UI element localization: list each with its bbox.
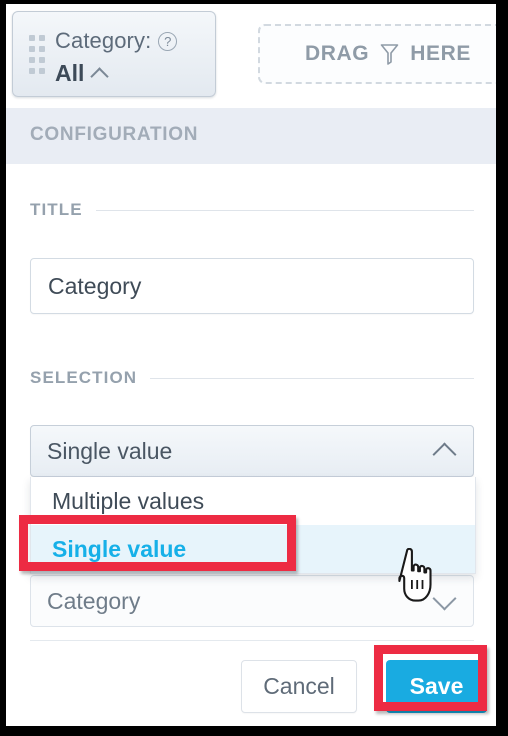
- chevron-down-icon: [432, 585, 457, 611]
- field-select-value: Category: [47, 587, 141, 614]
- drag-dots-icon[interactable]: [29, 35, 45, 77]
- chevron-up-icon: [432, 441, 457, 467]
- filter-toolbar: Category: ? All DRAG HERE: [6, 4, 496, 108]
- title-section-divider: [95, 209, 474, 211]
- dropzone-text-after: HERE: [410, 42, 471, 65]
- title-section-label: TITLE: [30, 200, 83, 219]
- app-viewport: Category: ? All DRAG HERE CONFIGURATION …: [6, 4, 496, 726]
- title-section-header: TITLE: [30, 200, 474, 220]
- cancel-button[interactable]: Cancel: [241, 660, 357, 713]
- configuration-header: CONFIGURATION: [6, 108, 496, 164]
- title-input[interactable]: [30, 258, 474, 314]
- selection-select-trigger[interactable]: Single value: [30, 425, 474, 477]
- field-select[interactable]: Category: [30, 575, 474, 627]
- selection-select-value: Single value: [47, 437, 173, 464]
- selection-section-label: SELECTION: [30, 368, 138, 387]
- funnel-icon: [380, 43, 399, 65]
- help-icon[interactable]: ?: [158, 31, 178, 51]
- filter-chip-header: Category: ?: [55, 28, 178, 54]
- save-button[interactable]: Save: [386, 660, 487, 713]
- filter-dropzone[interactable]: DRAG HERE: [258, 24, 496, 84]
- footer-divider: [30, 640, 474, 641]
- dropzone-text-before: DRAG: [305, 42, 370, 65]
- dropdown-option-multiple-values[interactable]: Multiple values: [31, 477, 475, 525]
- filter-chip-value-row[interactable]: All: [55, 60, 110, 87]
- dropdown-option-label: Multiple values: [52, 487, 205, 514]
- selection-section-divider: [150, 377, 474, 379]
- configuration-header-title: CONFIGURATION: [30, 124, 199, 145]
- dropdown-option-single-value[interactable]: Single value: [31, 525, 475, 573]
- filter-chip-label: Category:: [55, 28, 152, 53]
- selection-dropdown-list[interactable]: Multiple values Single value: [30, 477, 476, 574]
- configuration-panel: TITLE SELECTION Single value Category: [6, 164, 496, 726]
- dropdown-option-label: Single value: [52, 535, 187, 562]
- filter-chip-value: All: [55, 60, 85, 86]
- selection-section-header: SELECTION: [30, 368, 474, 388]
- filter-chip-category[interactable]: Category: ? All: [12, 11, 216, 97]
- chevron-up-icon: [90, 66, 110, 86]
- screenshot-frame: Category: ? All DRAG HERE CONFIGURATION …: [0, 0, 508, 736]
